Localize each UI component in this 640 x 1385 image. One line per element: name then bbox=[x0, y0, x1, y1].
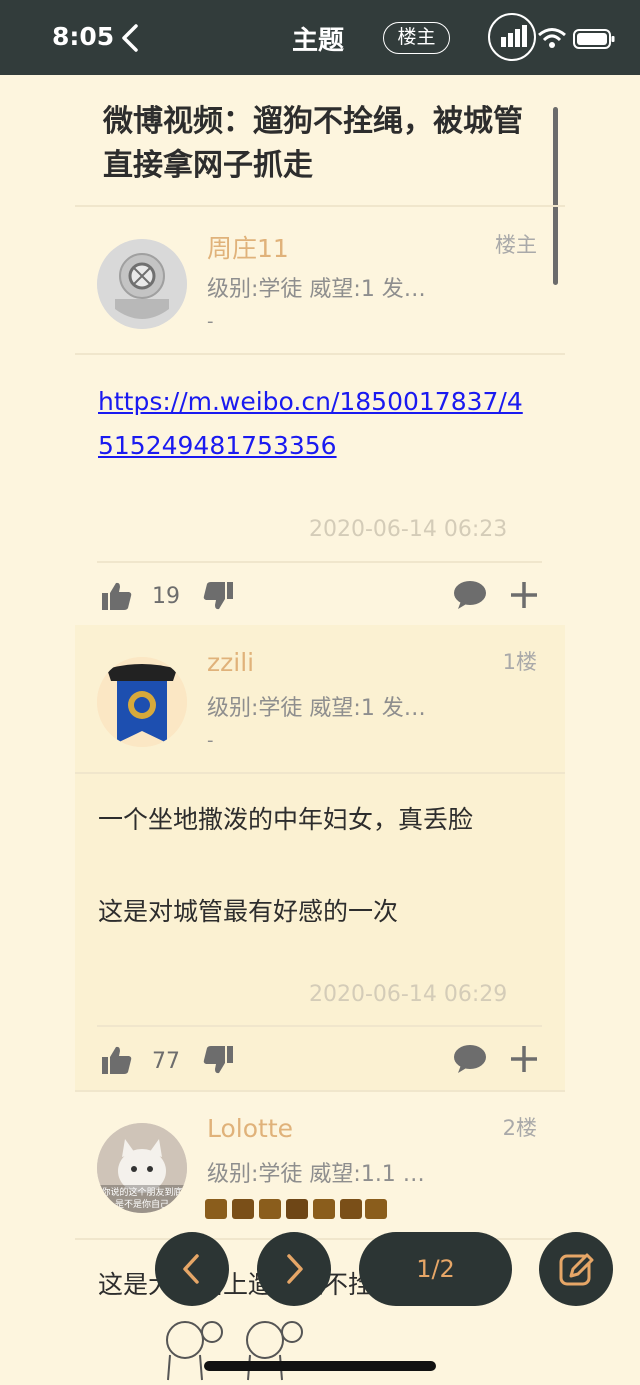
divider bbox=[75, 353, 565, 355]
divider bbox=[75, 772, 565, 774]
floor-label: 楼主 bbox=[495, 233, 537, 257]
badge-row-icon bbox=[205, 1199, 387, 1219]
next-page-button[interactable] bbox=[257, 1232, 331, 1306]
username[interactable]: Lolotte bbox=[207, 1114, 293, 1143]
diving-helmet-icon bbox=[97, 239, 187, 329]
home-indicator[interactable] bbox=[204, 1361, 436, 1371]
avatar[interactable] bbox=[97, 657, 187, 747]
avatar[interactable]: 你说的这个朋友到底是不是你自己 bbox=[97, 1123, 187, 1213]
username[interactable]: zzili bbox=[207, 648, 254, 677]
divider bbox=[97, 561, 542, 563]
post-text-line: 一个坐地撒泼的中年妇女，真丢脸 bbox=[98, 805, 474, 834]
thumbs-up-icon[interactable] bbox=[101, 1045, 133, 1075]
post-datetime: 2020-06-14 06:23 bbox=[309, 517, 508, 542]
battery-icon bbox=[573, 29, 615, 49]
scrollbar[interactable] bbox=[553, 107, 558, 285]
plus-icon[interactable] bbox=[509, 580, 539, 610]
back-chevron-icon[interactable] bbox=[116, 20, 144, 56]
page-title: 主题 bbox=[292, 26, 345, 56]
compose-reply-button[interactable] bbox=[539, 1232, 613, 1306]
divider bbox=[75, 205, 565, 207]
comment-icon[interactable] bbox=[453, 580, 487, 610]
signature: - bbox=[207, 730, 214, 751]
wifi-icon bbox=[538, 28, 566, 48]
status-time: 8:05 bbox=[52, 22, 115, 51]
floor-label: 1楼 bbox=[502, 650, 537, 674]
page-indicator-button[interactable]: 1/2 bbox=[359, 1232, 512, 1306]
post-link[interactable]: https://m.weibo.cn/1850017837/4515249481… bbox=[98, 380, 538, 468]
plus-icon[interactable] bbox=[509, 1044, 539, 1074]
post-text-line: 这是对城管最有好感的一次 bbox=[98, 897, 399, 926]
alliance-banner-icon bbox=[97, 657, 187, 747]
like-count: 77 bbox=[152, 1049, 180, 1074]
owner-only-button[interactable]: 楼主 bbox=[383, 22, 450, 54]
divider bbox=[75, 1090, 565, 1092]
divider bbox=[97, 1025, 542, 1027]
signal-menu-button[interactable] bbox=[488, 13, 536, 61]
like-count: 19 bbox=[152, 584, 180, 609]
username[interactable]: 周庄11 bbox=[207, 229, 289, 265]
user-meta: 级别:学徒 威望:1 发… bbox=[207, 696, 426, 721]
floor-label: 2楼 bbox=[502, 1116, 537, 1140]
edit-icon bbox=[559, 1253, 594, 1286]
chibi-emote-icon bbox=[166, 1321, 303, 1381]
chevron-right-icon bbox=[287, 1254, 303, 1284]
thumbs-up-icon[interactable] bbox=[101, 581, 133, 611]
post-datetime: 2020-06-14 06:29 bbox=[309, 982, 508, 1007]
avatar[interactable] bbox=[97, 239, 187, 329]
avatar-caption: 你说的这个朋友到底是不是你自己 bbox=[101, 1188, 183, 1210]
signal-bars-icon bbox=[501, 25, 527, 47]
topic-title: 微博视频：遛狗不拴绳，被城管直接拿网子抓走 bbox=[103, 104, 523, 183]
comment-icon[interactable] bbox=[453, 1044, 487, 1074]
thumbs-down-icon[interactable] bbox=[202, 1045, 234, 1075]
user-meta: 级别:学徒 威望:1 发… bbox=[207, 277, 426, 302]
top-bar: 8:05 主题 楼主 bbox=[0, 0, 640, 75]
signature: - bbox=[207, 311, 214, 332]
thumbs-down-icon[interactable] bbox=[202, 581, 234, 611]
chevron-left-icon bbox=[183, 1254, 199, 1284]
user-meta: 级别:学徒 威望:1.1 … bbox=[207, 1162, 425, 1187]
prev-page-button[interactable] bbox=[155, 1232, 229, 1306]
